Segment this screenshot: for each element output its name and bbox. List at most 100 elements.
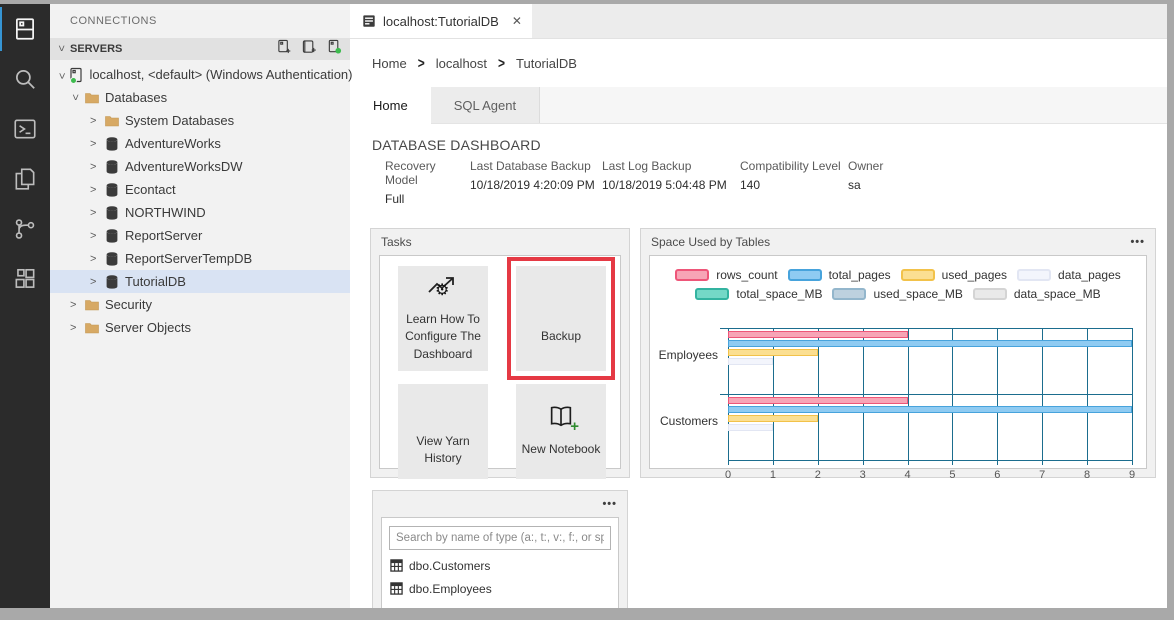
tree-item-server-objects[interactable]: >Server Objects	[50, 316, 350, 339]
tree-item-adventureworks[interactable]: >AdventureWorks	[50, 132, 350, 155]
new-connection-icon[interactable]	[277, 39, 292, 59]
list-item-dbo-customers[interactable]: dbo.Customers	[382, 554, 618, 577]
app-window: CONNECTIONS > SERVERS >localhost, <defau…	[0, 4, 1167, 608]
terminal-icon[interactable]	[0, 104, 50, 154]
breadcrumb-item-home[interactable]: Home	[372, 56, 407, 71]
ellipsis-menu-icon[interactable]: •••	[1130, 236, 1145, 248]
folder-icon	[104, 113, 120, 129]
tree-item-adventureworksdw[interactable]: >AdventureWorksDW	[50, 155, 350, 178]
tree-item-label: System Databases	[125, 113, 234, 128]
ellipsis-menu-icon[interactable]: •••	[602, 498, 617, 510]
tree-item-label: ReportServer	[125, 228, 202, 243]
axis-tick-label: 6	[994, 469, 1000, 481]
axis-tick	[1042, 461, 1043, 465]
tab-sql-agent[interactable]: SQL Agent	[431, 87, 540, 123]
property-value: 10/18/2019 4:20:09 PM	[470, 178, 602, 192]
chevron-right-icon[interactable]: >	[90, 184, 100, 196]
tree-item-reportservertempdb[interactable]: >ReportServerTempDB	[50, 247, 350, 270]
legend-item-used_space_MB: used_space_MB	[832, 287, 962, 301]
bar-customers-rows_count	[728, 397, 908, 404]
tree-item-databases[interactable]: >Databases	[50, 86, 350, 109]
chevron-right-icon[interactable]: >	[90, 161, 100, 173]
chevron-down-icon[interactable]: >	[55, 45, 67, 55]
bar-employees-data_pages	[728, 358, 773, 365]
chevron-right-icon[interactable]: >	[90, 253, 100, 265]
editor-area: localhost:TutorialDB ✕ Home>localhost>Tu…	[350, 4, 1167, 608]
task-button-label: Backup	[541, 328, 581, 345]
notebook-plus-icon: +	[545, 404, 577, 434]
category-label-customers: Customers	[654, 394, 728, 460]
legend-swatch	[695, 288, 729, 300]
list-item-dbo-employees[interactable]: dbo.Employees	[382, 577, 618, 600]
search-panel-body: dbo.Customersdbo.Employees	[381, 517, 619, 608]
axis-tick	[952, 461, 953, 465]
bar-employees-total_pages	[728, 340, 1132, 347]
connections-icon[interactable]	[0, 4, 50, 54]
breadcrumb-item-localhost[interactable]: localhost	[436, 56, 487, 71]
legend-swatch	[1017, 269, 1051, 281]
band-boundary-line	[720, 328, 1132, 329]
chevron-right-icon[interactable]: >	[90, 230, 100, 242]
axis-tick-label: 4	[904, 469, 910, 481]
property-value: sa	[848, 178, 908, 192]
learn-how-to-configure-the-dashboard-button[interactable]: ⚙Learn How To Configure The Dashboard	[398, 266, 488, 371]
active-connections-icon[interactable]	[327, 39, 342, 59]
source-control-icon[interactable]	[0, 204, 50, 254]
property-last-log-backup: Last Log Backup10/18/2019 5:04:48 PM	[602, 159, 740, 206]
editor-tab-localhost-tutorialdb[interactable]: localhost:TutorialDB ✕	[350, 4, 532, 38]
band-boundary-line	[720, 394, 1132, 395]
tasks-panel-header: Tasks	[371, 229, 629, 254]
tree-item-security[interactable]: >Security	[50, 293, 350, 316]
tree-item-label: TutorialDB	[125, 274, 186, 289]
legend-item-data_space_MB: data_space_MB	[973, 287, 1101, 301]
axis-tick	[863, 461, 864, 465]
legend-label: total_space_MB	[736, 287, 822, 301]
legend-label: total_pages	[829, 268, 891, 282]
legend-swatch	[973, 288, 1007, 300]
tree-item-system-databases[interactable]: > System Databases	[50, 109, 350, 132]
chevron-right-icon[interactable]: >	[70, 322, 80, 334]
server-icon	[68, 67, 84, 83]
close-icon[interactable]: ✕	[512, 14, 522, 28]
search-icon[interactable]	[0, 54, 50, 104]
backup-button[interactable]: Backup	[516, 266, 606, 371]
property-value: 10/18/2019 5:04:48 PM	[602, 178, 740, 192]
chevron-right-icon[interactable]: >	[90, 207, 100, 219]
chevron-down-icon[interactable]: >	[55, 72, 67, 78]
legend-label: data_pages	[1058, 268, 1121, 282]
view-yarn-history-button[interactable]: View Yarn History	[398, 384, 488, 479]
tree-item-localhost-default-windows-authentication[interactable]: >localhost, <default> (Windows Authentic…	[50, 63, 350, 86]
chevron-right-icon[interactable]: >	[90, 276, 100, 288]
property-label: Owner	[848, 159, 908, 173]
legend-swatch	[901, 269, 935, 281]
notebooks-icon[interactable]	[0, 154, 50, 204]
legend-row: total_space_MB used_space_MB data_space_MB	[695, 287, 1100, 301]
object-search-input[interactable]	[389, 526, 611, 550]
extensions-icon[interactable]	[0, 254, 50, 304]
axis-tick	[773, 461, 774, 465]
new-server-group-icon[interactable]	[302, 39, 317, 59]
property-label: Compatibility Level	[740, 159, 848, 173]
chevron-right-icon[interactable]: >	[90, 138, 100, 150]
property-value: 140	[740, 178, 848, 192]
breadcrumb-item-tutorialdb[interactable]: TutorialDB	[516, 56, 577, 71]
servers-section-header[interactable]: > SERVERS	[50, 38, 350, 60]
tree-item-tutorialdb[interactable]: > TutorialDB	[50, 270, 350, 293]
new-notebook-button[interactable]: +New Notebook	[516, 384, 606, 479]
tasks-panel-body: ⚙Learn How To Configure The Dashboard Bac…	[379, 255, 621, 469]
tree-item-econtact[interactable]: >Econtact	[50, 178, 350, 201]
tab-home[interactable]: Home	[350, 87, 431, 124]
legend-label: used_pages	[942, 268, 1007, 282]
editor-tab-label: localhost:TutorialDB	[383, 14, 499, 29]
chevron-down-icon[interactable]: >	[69, 94, 81, 104]
search-widget-panel: ••• dbo.Customersdbo.Employees	[372, 490, 628, 608]
chevron-right-icon: >	[418, 54, 425, 72]
chevron-right-icon[interactable]: >	[90, 115, 100, 127]
chart-panel-title: Space Used by Tables	[651, 235, 770, 249]
chevron-right-icon[interactable]: >	[70, 299, 80, 311]
axis-tick-label: 7	[1039, 469, 1045, 481]
tree-item-reportserver[interactable]: > ReportServer	[50, 224, 350, 247]
tree-item-northwind[interactable]: >NORTHWIND	[50, 201, 350, 224]
property-label: Recovery Model	[385, 159, 470, 187]
property-compatibility-level: Compatibility Level 140	[740, 159, 848, 206]
